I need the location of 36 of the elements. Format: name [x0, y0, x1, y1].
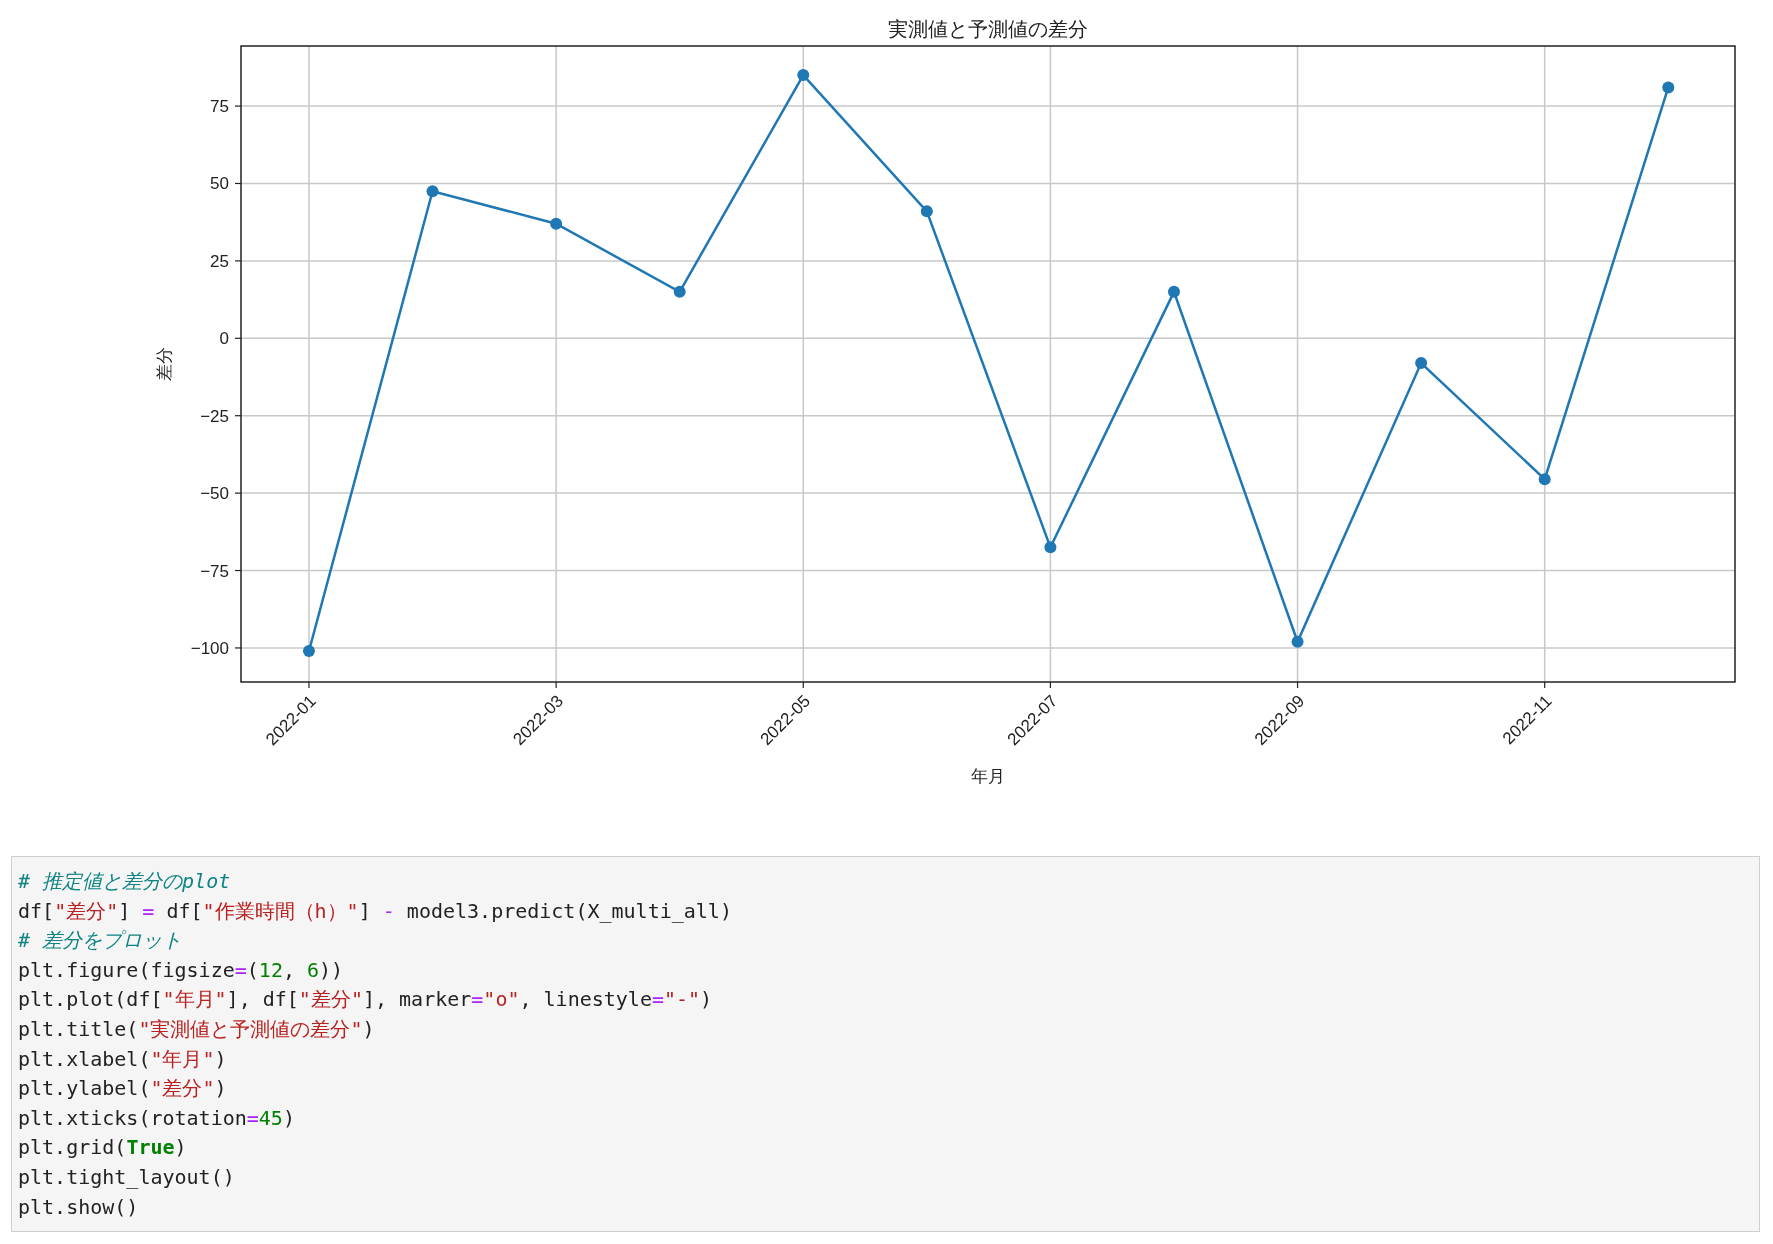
code-line: plt.figure(figsize=(12, 6))	[18, 956, 344, 984]
y-tick-label: −25	[200, 406, 229, 426]
y-tick-label: −75	[200, 561, 229, 581]
data-point	[1168, 285, 1180, 298]
data-point	[1291, 635, 1304, 648]
code-line: df["差分"] = df["作業時間（h）"] - model3.predict(X_multi_all)	[18, 897, 732, 925]
code-line: # 差分をプロット	[18, 927, 183, 955]
data-point	[302, 645, 315, 658]
y-tick-label: −100	[190, 638, 229, 658]
code-line: plt.tight_layout()	[18, 1163, 235, 1191]
data-point	[1044, 541, 1057, 554]
code-line: plt.plot(df["年月"], df["差分"], marker="o", linestyle="-")	[18, 986, 713, 1014]
code-line: plt.show()	[18, 1193, 139, 1221]
y-axis-label: 差分	[155, 347, 174, 381]
data-point	[550, 217, 563, 230]
data-point	[673, 285, 686, 298]
code-line: plt.ylabel("差分")	[18, 1075, 227, 1103]
code-line: plt.xticks(rotation=45)	[18, 1104, 295, 1132]
x-axis-label: 年月	[971, 767, 1005, 786]
data-point	[1538, 473, 1551, 486]
data-point	[1662, 81, 1675, 94]
data-point	[1415, 357, 1428, 370]
data-point	[920, 205, 933, 218]
y-tick-label: 75	[210, 97, 229, 117]
y-tick-label: 0	[219, 329, 229, 349]
code-line: # 推定値と差分のplot	[18, 868, 231, 895]
code-line: plt.grid(True)	[18, 1134, 187, 1162]
chart-title: 実測値と予測値の差分	[888, 18, 1088, 40]
y-tick-label: 50	[210, 174, 229, 194]
data-point	[797, 69, 810, 82]
code-cell[interactable]	[11, 856, 1760, 1232]
data-point	[426, 185, 439, 198]
code-line: plt.xlabel("年月")	[18, 1045, 227, 1073]
code-line: plt.title("実測値と予測値の差分")	[18, 1015, 375, 1043]
y-tick-label: −50	[200, 484, 229, 504]
y-tick-label: 25	[210, 251, 229, 271]
